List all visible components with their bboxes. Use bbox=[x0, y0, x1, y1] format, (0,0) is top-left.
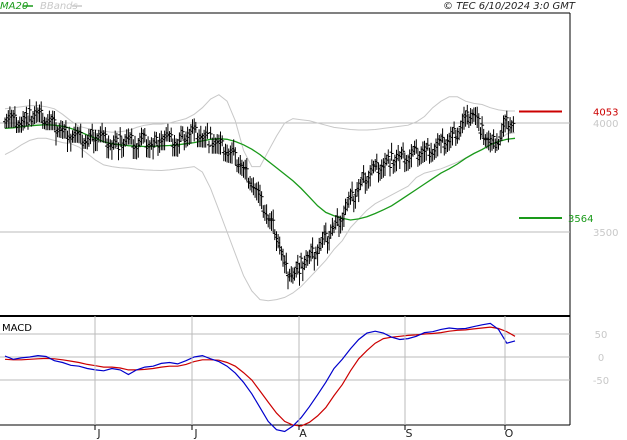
x-axis: JJASO bbox=[94, 316, 514, 440]
macd-y-tick-label: 50 bbox=[595, 330, 608, 341]
stock-chart: MA20 BBands © TEC 6/10/2024 3:0 GMT 3500… bbox=[0, 1, 618, 440]
macd-signal-line bbox=[4, 326, 516, 427]
legend: MA20 BBands bbox=[0, 1, 82, 12]
legend-ma-label: MA20 bbox=[0, 1, 28, 12]
x-tick-label: J bbox=[96, 427, 100, 440]
resistance-level-label: 4053 bbox=[593, 107, 618, 118]
macd-title: MACD bbox=[2, 323, 32, 334]
x-tick-label: J bbox=[193, 427, 197, 440]
macd-series bbox=[4, 322, 516, 433]
macd-line bbox=[4, 322, 516, 433]
price-y-tick-labels: 3500 4000 bbox=[593, 119, 618, 239]
macd-y-tick-labels: 50 0 -50 bbox=[593, 330, 609, 387]
copyright: © TEC 6/10/2024 3:0 GMT bbox=[443, 1, 576, 12]
macd-y-tick-label: 0 bbox=[598, 353, 604, 364]
support-level-label: 3564 bbox=[568, 214, 593, 225]
x-tick-label: A bbox=[299, 427, 307, 440]
bbands-upper-line bbox=[4, 94, 515, 168]
macd-gridlines bbox=[0, 333, 570, 381]
bbands-lower-line bbox=[4, 132, 516, 302]
price-y-tick-label: 4000 bbox=[593, 119, 618, 130]
x-tick-label: S bbox=[406, 427, 413, 440]
price-y-tick-label: 3500 bbox=[593, 228, 618, 239]
macd-y-tick-label: -50 bbox=[593, 376, 609, 387]
price-bar bbox=[389, 142, 394, 161]
price-ohlc-bars bbox=[3, 99, 516, 290]
price-bar bbox=[208, 126, 213, 140]
price-bar bbox=[207, 140, 211, 154]
x-tick-label: O bbox=[505, 427, 514, 440]
